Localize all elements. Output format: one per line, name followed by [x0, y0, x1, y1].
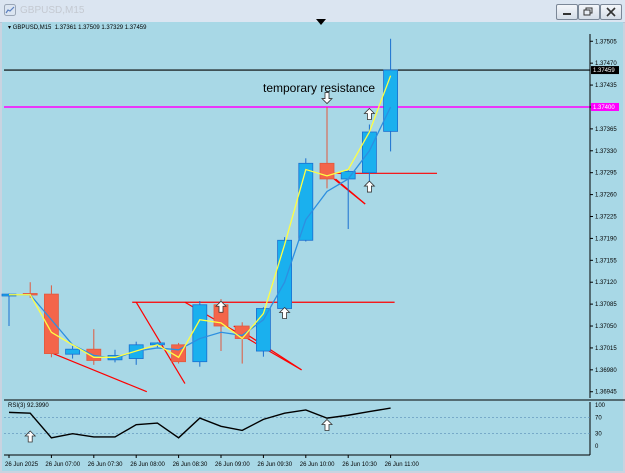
- time-tick-label: 26 Jun 09:00: [215, 462, 250, 468]
- time-tick-label: 26 Jun 2025: [5, 462, 39, 468]
- arrow-up-icon: [24, 430, 37, 443]
- price-tick-label: 1.37260: [595, 193, 617, 199]
- arrow-markers-layer: [24, 92, 376, 443]
- time-tick-label: 26 Jun 08:00: [130, 462, 165, 468]
- time-tick-label: 26 Jun 09:30: [257, 462, 292, 468]
- price-tick-label: 1.37050: [595, 324, 617, 330]
- price-tick-label: 1.36980: [595, 368, 617, 374]
- arrow-up-icon: [363, 180, 376, 193]
- candle: [86, 329, 102, 365]
- candle-body: [277, 239, 293, 309]
- arrow-shape: [321, 418, 333, 431]
- price-tag-text: 1.37400: [593, 105, 615, 111]
- ohlc-values: 1.37361 1.37509 1.37329 1.37459: [54, 25, 147, 31]
- price-tick-label: 1.37085: [595, 302, 617, 308]
- price-tick-label: 1.37295: [595, 171, 617, 177]
- symbol-name: GBPUSD,M15: [12, 25, 52, 31]
- price-tick-label: 1.36945: [595, 390, 617, 396]
- arrow-shape: [24, 430, 37, 443]
- arrow-up-icon: [363, 107, 376, 120]
- candle: [1, 293, 17, 327]
- time-tick-label: 26 Jun 07:00: [45, 462, 80, 468]
- candle: [277, 237, 293, 314]
- price-tick-label: 1.37365: [595, 127, 617, 133]
- rsi-level-label: 0: [595, 444, 599, 450]
- rsi-level-label: 100: [595, 403, 606, 409]
- rsi-line: [8, 407, 391, 439]
- candle: [234, 322, 250, 364]
- price-tick-label: 1.37015: [595, 346, 617, 352]
- price-tick-label: 1.37190: [595, 236, 617, 242]
- candle-body: [65, 348, 80, 355]
- price-tag-text: 1.37459: [593, 68, 615, 74]
- price-chart[interactable]: 1.375051.374701.374351.374001.373651.373…: [0, 0, 625, 473]
- candle-body: [192, 304, 208, 363]
- candle-body: [255, 308, 271, 352]
- arrow-up-icon: [278, 306, 291, 319]
- price-tick-label: 1.37225: [595, 215, 617, 221]
- candle: [44, 285, 59, 358]
- symbol-header: ▾ GBPUSD,M15 1.37361 1.37509 1.37329 1.3…: [8, 25, 147, 31]
- candle: [255, 307, 271, 357]
- price-tick-label: 1.37505: [595, 39, 617, 45]
- candle-body: [298, 162, 314, 241]
- time-tick-label: 26 Jun 07:30: [88, 462, 123, 468]
- candle: [383, 38, 399, 152]
- horizontal-lines-layer: [4, 69, 590, 303]
- time-tick-label: 26 Jun 08:30: [173, 462, 208, 468]
- price-tick-label: 1.37330: [595, 149, 617, 155]
- trend-line: [335, 178, 366, 205]
- rsi-indicator-pane: 100 70 30 0: [4, 403, 606, 450]
- rsi-label: RSI(3) 92.3990: [8, 403, 49, 409]
- arrow-shape: [363, 180, 376, 193]
- candle-body: [319, 162, 335, 180]
- price-tick-label: 1.37120: [595, 280, 617, 286]
- arrow-shape: [363, 107, 376, 120]
- rsi-level-label: 70: [595, 415, 602, 421]
- temporary-resistance-label[interactable]: temporary resistance: [263, 81, 375, 95]
- time-tick-label: 26 Jun 10:00: [300, 462, 335, 468]
- candle-body: [383, 69, 399, 132]
- chart-shift-icon: [316, 19, 326, 25]
- candle: [171, 342, 187, 364]
- time-tick-label: 26 Jun 10:30: [342, 462, 377, 468]
- arrow-up-icon: [321, 418, 333, 431]
- rsi-level-label: 30: [595, 432, 602, 438]
- price-tick-label: 1.37155: [595, 258, 617, 264]
- candle: [192, 300, 208, 367]
- price-tick-label: 1.37435: [595, 83, 617, 89]
- candle-body: [361, 131, 377, 174]
- arrow-shape: [278, 306, 291, 319]
- time-tick-label: 26 Jun 11:00: [385, 462, 420, 468]
